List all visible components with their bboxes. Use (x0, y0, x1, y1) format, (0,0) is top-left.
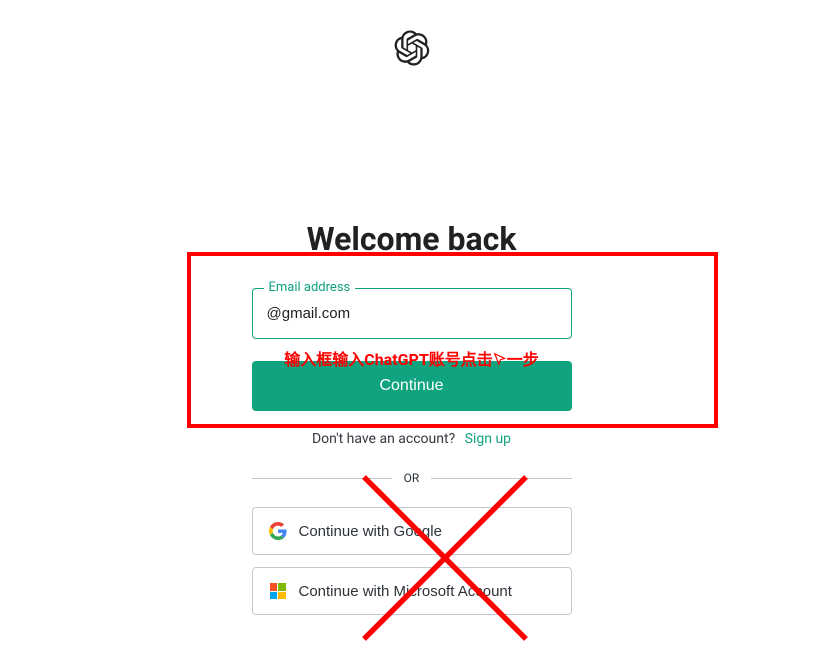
divider-line-left (252, 478, 392, 479)
openai-logo-icon (394, 30, 430, 70)
divider-line-right (431, 478, 571, 479)
login-form: Email address Continue Don't have an acc… (252, 288, 572, 627)
cursor-icon (493, 351, 507, 370)
page-title: Welcome back (307, 220, 517, 258)
signup-prompt: Don't have an account? Sign up (312, 431, 511, 447)
microsoft-icon (269, 582, 287, 600)
divider: OR (252, 471, 572, 485)
email-label: Email address (264, 280, 356, 295)
continue-with-google-button[interactable]: Continue with Google (252, 507, 572, 555)
google-button-label: Continue with Google (299, 523, 442, 540)
signup-text: Don't have an account? (312, 431, 455, 447)
divider-text: OR (392, 471, 432, 485)
email-input-group: Email address (252, 288, 572, 339)
email-field[interactable] (252, 288, 572, 339)
continue-with-microsoft-button[interactable]: Continue with Microsoft Account (252, 567, 572, 615)
signup-link[interactable]: Sign up (465, 431, 511, 447)
microsoft-button-label: Continue with Microsoft Account (299, 583, 512, 600)
annotation-text: 输入框输入ChatGPT账号点击一步 (0, 346, 823, 370)
google-icon (269, 522, 287, 540)
